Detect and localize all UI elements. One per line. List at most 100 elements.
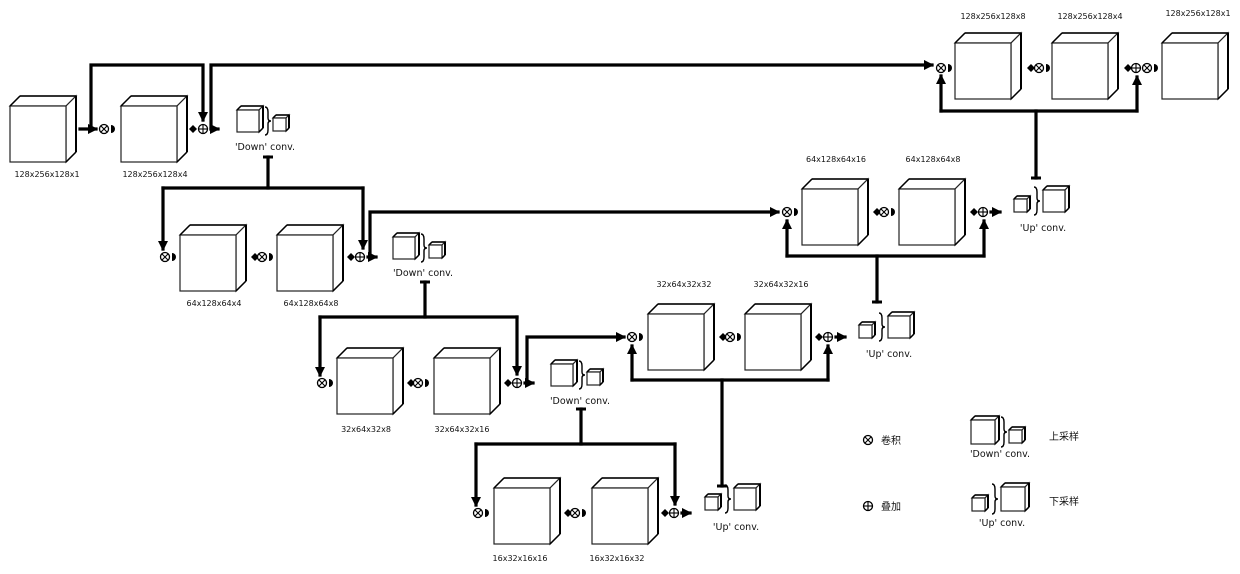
addition-operator-icon <box>1130 62 1142 74</box>
cube-front-face <box>9 105 67 163</box>
down-conv-label: 'Down' conv. <box>235 142 295 153</box>
connector-mark-icon <box>425 379 429 387</box>
cube-front-face <box>954 42 1012 100</box>
connector-diamond-icon <box>661 509 669 517</box>
up-conv-icon <box>1012 184 1071 216</box>
cube-side-face <box>703 302 715 372</box>
convolution-operator-icon <box>862 434 874 446</box>
cube-front-face <box>971 497 986 512</box>
legend: 卷积叠加 'Down' conv. 上采样 'Up' conv. 下采样 <box>862 414 1079 529</box>
brace-icon <box>991 483 999 515</box>
convolution-operator-icon <box>626 331 638 343</box>
conv-big-cube-icon <box>969 414 1001 446</box>
cube-side-face <box>332 223 344 293</box>
conv-big-cube-icon <box>549 358 579 388</box>
cube-front-face <box>744 313 802 371</box>
cube-front-face <box>887 315 911 339</box>
connector-diamond-icon <box>504 379 512 387</box>
legend-conv-text: 卷积 <box>881 434 901 447</box>
cube-front-face <box>493 487 551 545</box>
conv-small-cube-icon <box>1012 194 1032 214</box>
cube-front-face <box>550 363 574 387</box>
connector-mark-icon <box>111 125 115 133</box>
connector-mark-icon <box>485 509 489 517</box>
block-label-dec1b: 128x256x128x4 <box>1057 12 1122 21</box>
up-conv-icon <box>857 310 916 342</box>
feature-block-dec2b <box>897 177 967 247</box>
connector-mark-icon <box>269 253 273 261</box>
block-label-dec3b: 32x64x32x16 <box>754 280 809 289</box>
conv-small-cube-icon <box>703 492 723 512</box>
cube-side-face <box>549 476 561 546</box>
cube-front-face <box>1013 198 1028 213</box>
cube-side-face <box>1107 31 1119 101</box>
connector-diamond-icon <box>189 125 197 133</box>
up-conv-label: 'Up' conv. <box>1020 223 1066 234</box>
brace-icon <box>1000 416 1008 448</box>
convolution-operator-icon <box>1033 62 1045 74</box>
connector-mark-icon <box>172 253 176 261</box>
addition-operator-icon <box>197 123 209 135</box>
cube-front-face <box>1042 189 1066 213</box>
cube-top-face <box>275 224 345 236</box>
block-label-dec3a: 32x64x32x32 <box>657 280 712 289</box>
legend-down-caption: 'Down' conv. <box>970 449 1030 460</box>
conv-big-cube-icon <box>886 310 916 340</box>
conv-big-cube-icon <box>391 231 421 261</box>
connector-mark-icon <box>1046 64 1050 72</box>
connector-diamond-icon <box>970 208 978 216</box>
feature-block-dec1a <box>953 31 1023 101</box>
conv-small-cube-icon <box>857 320 877 340</box>
cube-front-face <box>120 105 178 163</box>
conv-small-cube-icon <box>427 240 447 260</box>
cube-front-face <box>236 109 260 133</box>
up-conv-label: 'Up' conv. <box>866 349 912 360</box>
cube-front-face <box>586 371 601 386</box>
block-label-bot_b: 16x32x16x32 <box>590 554 645 563</box>
cube-top-face <box>492 477 562 489</box>
legend-up-caption: 'Up' conv. <box>979 518 1025 529</box>
addition-operator-icon <box>977 206 989 218</box>
down-conv-label: 'Down' conv. <box>393 268 453 279</box>
convolution-operator-icon <box>159 251 171 263</box>
addition-operator-icon <box>862 500 874 512</box>
cube-side-face <box>176 94 188 164</box>
cube-top-face <box>897 178 967 190</box>
down-conv-icon <box>969 414 1027 448</box>
feature-block-dec3a <box>646 302 716 372</box>
cube-front-face <box>179 234 237 292</box>
block-label-enc3a: 32x64x32x8 <box>341 425 391 434</box>
feature-block-enc1 <box>119 94 189 164</box>
cube-front-face <box>428 244 443 259</box>
connector-mark-icon <box>639 333 643 341</box>
cube-top-face <box>8 95 78 107</box>
up-conv-label: 'Up' conv. <box>713 522 759 533</box>
cube-front-face <box>898 188 956 246</box>
down-conv-icon <box>549 358 605 390</box>
brace-icon <box>724 484 732 514</box>
cube-top-face <box>1050 32 1120 44</box>
brace-icon <box>1033 186 1041 216</box>
cube-front-face <box>704 496 719 511</box>
cube-side-face <box>1217 31 1229 101</box>
cube-side-face <box>647 476 659 546</box>
convolution-operator-icon <box>1141 62 1153 74</box>
block-label-enc2b: 64x128x64x8 <box>284 299 339 308</box>
feature-block-bot_a <box>492 476 562 546</box>
cube-front-face <box>970 419 996 445</box>
connector-mark-icon <box>891 208 895 216</box>
convolution-operator-icon <box>98 123 110 135</box>
connector-diamond-icon <box>1027 64 1035 72</box>
convolution-operator-icon <box>724 331 736 343</box>
addition-operator-icon <box>511 377 523 389</box>
convolution-operator-icon <box>878 206 890 218</box>
convolution-operator-icon <box>569 507 581 519</box>
up-conv-icon <box>703 482 762 514</box>
cube-side-face <box>392 346 404 416</box>
block-label-output: 128x256x128x1 <box>1165 9 1230 18</box>
cube-side-face <box>1010 31 1022 101</box>
cube-side-face <box>857 177 869 247</box>
connector-mark-icon <box>948 64 952 72</box>
feature-block-enc2a <box>178 223 248 293</box>
connector-mark-icon <box>329 379 333 387</box>
